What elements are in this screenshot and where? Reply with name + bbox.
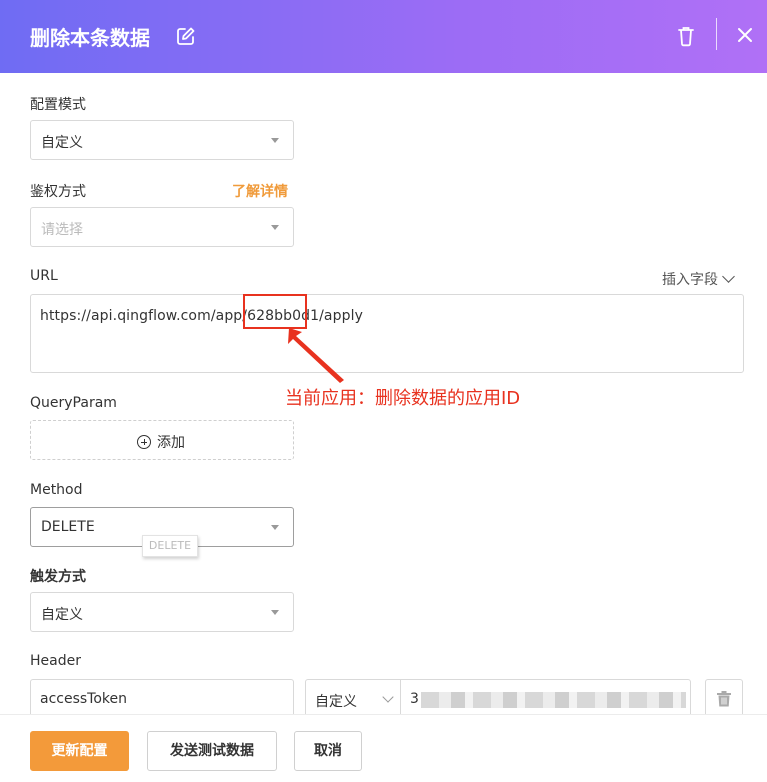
config-mode-select[interactable]: 自定义 <box>30 120 294 160</box>
auth-label: 鉴权方式 <box>30 184 86 200</box>
header-value-input[interactable]: 3 <box>400 679 691 719</box>
header-label: Header <box>30 653 81 669</box>
header-value-prefix: 3 <box>410 691 419 707</box>
insert-field-label: 插入字段 <box>662 272 718 288</box>
method-tooltip: DELETE <box>142 535 198 557</box>
caret-down-icon <box>271 525 279 530</box>
update-config-button[interactable]: 更新配置 <box>30 731 129 771</box>
edit-icon[interactable] <box>176 26 196 46</box>
query-param-label: QueryParam <box>30 395 117 411</box>
close-icon[interactable] <box>736 26 754 44</box>
trigger-label: 触发方式 <box>30 569 86 585</box>
cancel-button[interactable]: 取消 <box>294 731 362 771</box>
header-mode-select[interactable]: 自定义 <box>305 679 401 719</box>
auth-placeholder: 请选择 <box>41 222 83 238</box>
config-mode-label: 配置模式 <box>30 97 86 113</box>
insert-field-dropdown[interactable]: 插入字段 <box>662 269 735 289</box>
dialog-header: 删除本条数据 <box>0 0 767 73</box>
trash-icon <box>717 691 731 707</box>
header-key-value: accessToken <box>40 691 128 707</box>
add-label: 添加 <box>157 435 185 451</box>
method-value: DELETE <box>41 519 95 535</box>
annotation-arrow-icon <box>288 328 344 383</box>
chevron-down-icon <box>722 270 735 283</box>
annotation-text: 当前应用：删除数据的应用ID <box>285 388 521 409</box>
dialog-title: 删除本条数据 <box>30 26 150 50</box>
caret-down-icon <box>271 610 279 615</box>
caret-down-icon <box>271 138 279 143</box>
header-mode-value: 自定义 <box>315 694 357 710</box>
redacted-token <box>421 692 686 708</box>
trigger-value: 自定义 <box>41 607 83 623</box>
header-key-input[interactable]: accessToken <box>30 679 294 719</box>
delete-header-button[interactable] <box>705 679 743 719</box>
trigger-select[interactable]: 自定义 <box>30 592 294 632</box>
trash-icon[interactable] <box>676 25 696 47</box>
caret-down-icon <box>271 225 279 230</box>
plus-circle-icon <box>137 435 151 449</box>
header-separator <box>716 18 717 50</box>
url-input[interactable]: https://api.qingflow.com/app/628bb0d1/ap… <box>30 294 744 373</box>
send-test-data-button[interactable]: 发送测试数据 <box>147 731 277 771</box>
config-mode-value: 自定义 <box>41 135 83 151</box>
url-label: URL <box>30 268 58 284</box>
method-label: Method <box>30 482 83 498</box>
learn-more-link[interactable]: 了解详情 <box>232 181 288 201</box>
auth-select[interactable]: 请选择 <box>30 207 294 247</box>
add-query-param-button[interactable]: 添加 <box>30 420 294 460</box>
chevron-down-icon <box>382 691 394 703</box>
